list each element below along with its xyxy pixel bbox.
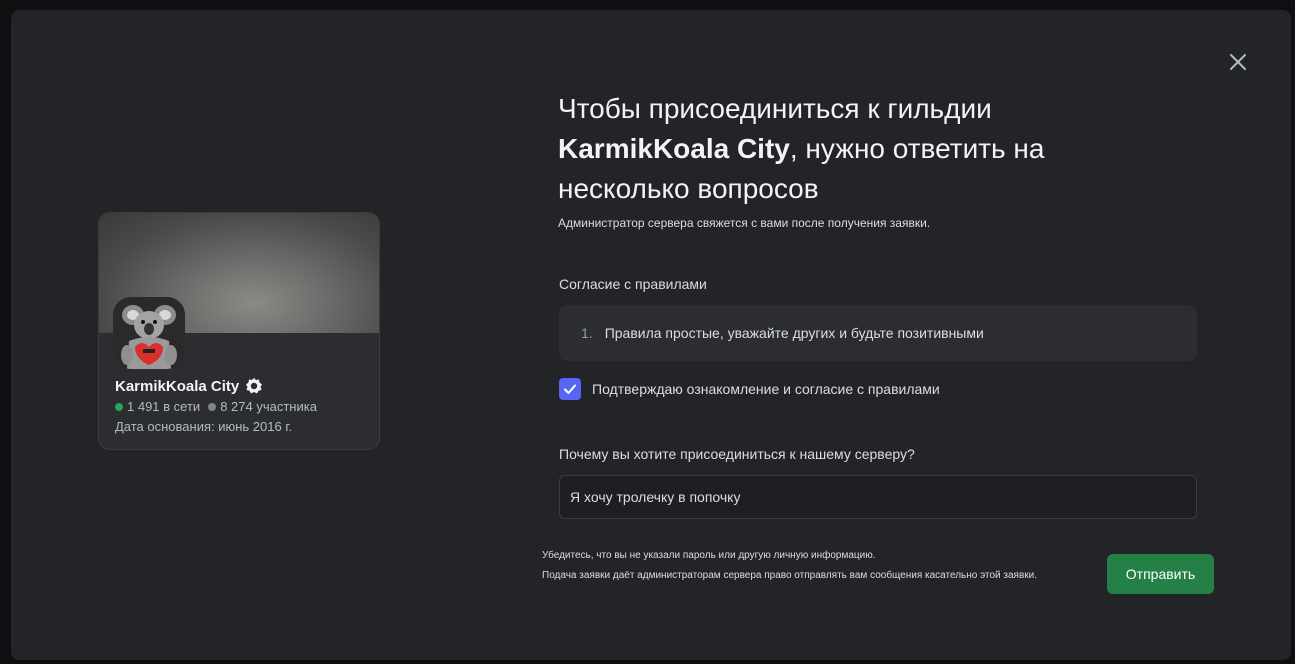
- agree-label: Подтверждаю ознакомление и согласие с пр…: [592, 381, 940, 397]
- rules-list: 1. Правила простые, уважайте других и бу…: [559, 305, 1197, 361]
- privacy-note: Убедитесь, что вы не указали пароль или …: [542, 550, 876, 561]
- server-name-row: KarmikKoala City: [115, 377, 263, 395]
- answer-input[interactable]: [559, 475, 1197, 519]
- modal-subtitle: Администратор сервера свяжется с вами по…: [558, 216, 931, 230]
- modal-title: Чтобы присоединиться к гильдии KarmikKoal…: [558, 89, 1118, 209]
- membership-screening-modal: KarmikKoala City 1 491 в сети 8 274 учас…: [11, 10, 1291, 660]
- server-stats: 1 491 в сети 8 274 участника: [115, 399, 317, 414]
- submit-button[interactable]: Отправить: [1107, 554, 1214, 594]
- founded-date: Дата основания: июнь 2016 г.: [115, 419, 293, 434]
- koala-avatar-image: [113, 297, 185, 369]
- check-icon: [564, 384, 576, 394]
- server-name: KarmikKoala City: [115, 377, 240, 395]
- verified-icon: [246, 378, 263, 394]
- agree-checkbox[interactable]: [559, 378, 581, 400]
- server-card: KarmikKoala City 1 491 в сети 8 274 учас…: [98, 212, 380, 450]
- rule-text: Правила простые, уважайте других и будьт…: [604, 325, 984, 341]
- server-avatar: [113, 297, 185, 369]
- online-dot-icon: [115, 402, 123, 411]
- consent-note: Подача заявки даёт администраторам серве…: [542, 570, 1038, 581]
- close-button[interactable]: [1226, 50, 1250, 74]
- rule-number: 1.: [581, 325, 593, 341]
- question-label: Почему вы хотите присоединиться к нашему…: [559, 446, 915, 462]
- title-part1: Чтобы присоединиться к гильдии: [558, 93, 992, 124]
- agree-checkbox-row[interactable]: Подтверждаю ознакомление и согласие с пр…: [559, 378, 940, 400]
- title-server-name: KarmikKoala City: [558, 133, 790, 164]
- close-icon: [1230, 54, 1246, 70]
- rules-label: Согласие с правилами: [559, 276, 707, 292]
- online-count: 1 491 в сети: [127, 399, 201, 414]
- members-dot-icon: [208, 402, 217, 411]
- member-count: 8 274 участника: [220, 399, 317, 414]
